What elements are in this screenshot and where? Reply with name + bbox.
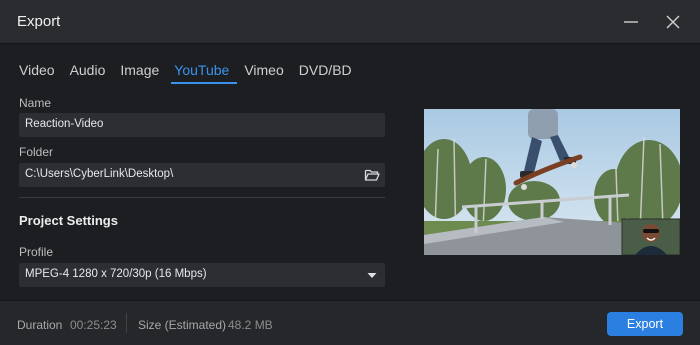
video-preview [424,109,680,255]
profile-dropdown-value: MPEG-4 1280 x 720/30p (16 Mbps) [25,268,207,280]
close-icon [666,15,680,29]
size-label: Size (Estimated) [138,318,227,332]
tab-audio[interactable]: Audio [70,60,106,82]
folder-open-icon[interactable] [364,167,380,183]
minimize-icon [624,21,638,23]
name-field[interactable]: Reaction-Video [19,113,385,137]
profile-label: Profile [19,245,54,259]
footer-separator [126,313,127,333]
tab-image[interactable]: Image [120,60,159,82]
folder-label: Folder [19,145,54,159]
close-button[interactable] [659,8,687,36]
export-settings-panel: Video Audio Image YouTube Vimeo DVD/BD N… [0,45,700,300]
tab-vimeo[interactable]: Vimeo [244,60,283,82]
video-preview-thumbnail [424,109,680,255]
size-value: 48.2 MB [228,318,273,332]
tab-youtube[interactable]: YouTube [171,60,238,84]
project-settings-heading: Project Settings [19,213,118,228]
minimize-button[interactable] [617,8,645,36]
name-label: Name [19,96,52,110]
export-button[interactable]: Export [607,312,683,336]
dropdown-arrow-icon[interactable] [364,267,380,283]
section-divider [19,197,385,198]
tab-dvd-bd[interactable]: DVD/BD [299,60,352,82]
export-tabs: Video Audio Image YouTube Vimeo DVD/BD [19,60,367,84]
profile-dropdown[interactable]: MPEG-4 1280 x 720/30p (16 Mbps) [19,263,385,287]
window-title: Export [17,13,61,30]
folder-field-value: C:\Users\CyberLink\Desktop\ [25,168,174,180]
tab-video[interactable]: Video [19,60,55,82]
name-field-value: Reaction-Video [25,118,104,130]
export-footer: Duration 00:25:23 Size (Estimated) 48.2 … [0,300,700,345]
duration-label: Duration [17,318,63,332]
duration-value: 00:25:23 [70,318,117,332]
title-bar: Export [0,0,700,44]
webcam-overlay-thumbnail [621,218,680,255]
folder-field[interactable]: C:\Users\CyberLink\Desktop\ [19,163,385,187]
